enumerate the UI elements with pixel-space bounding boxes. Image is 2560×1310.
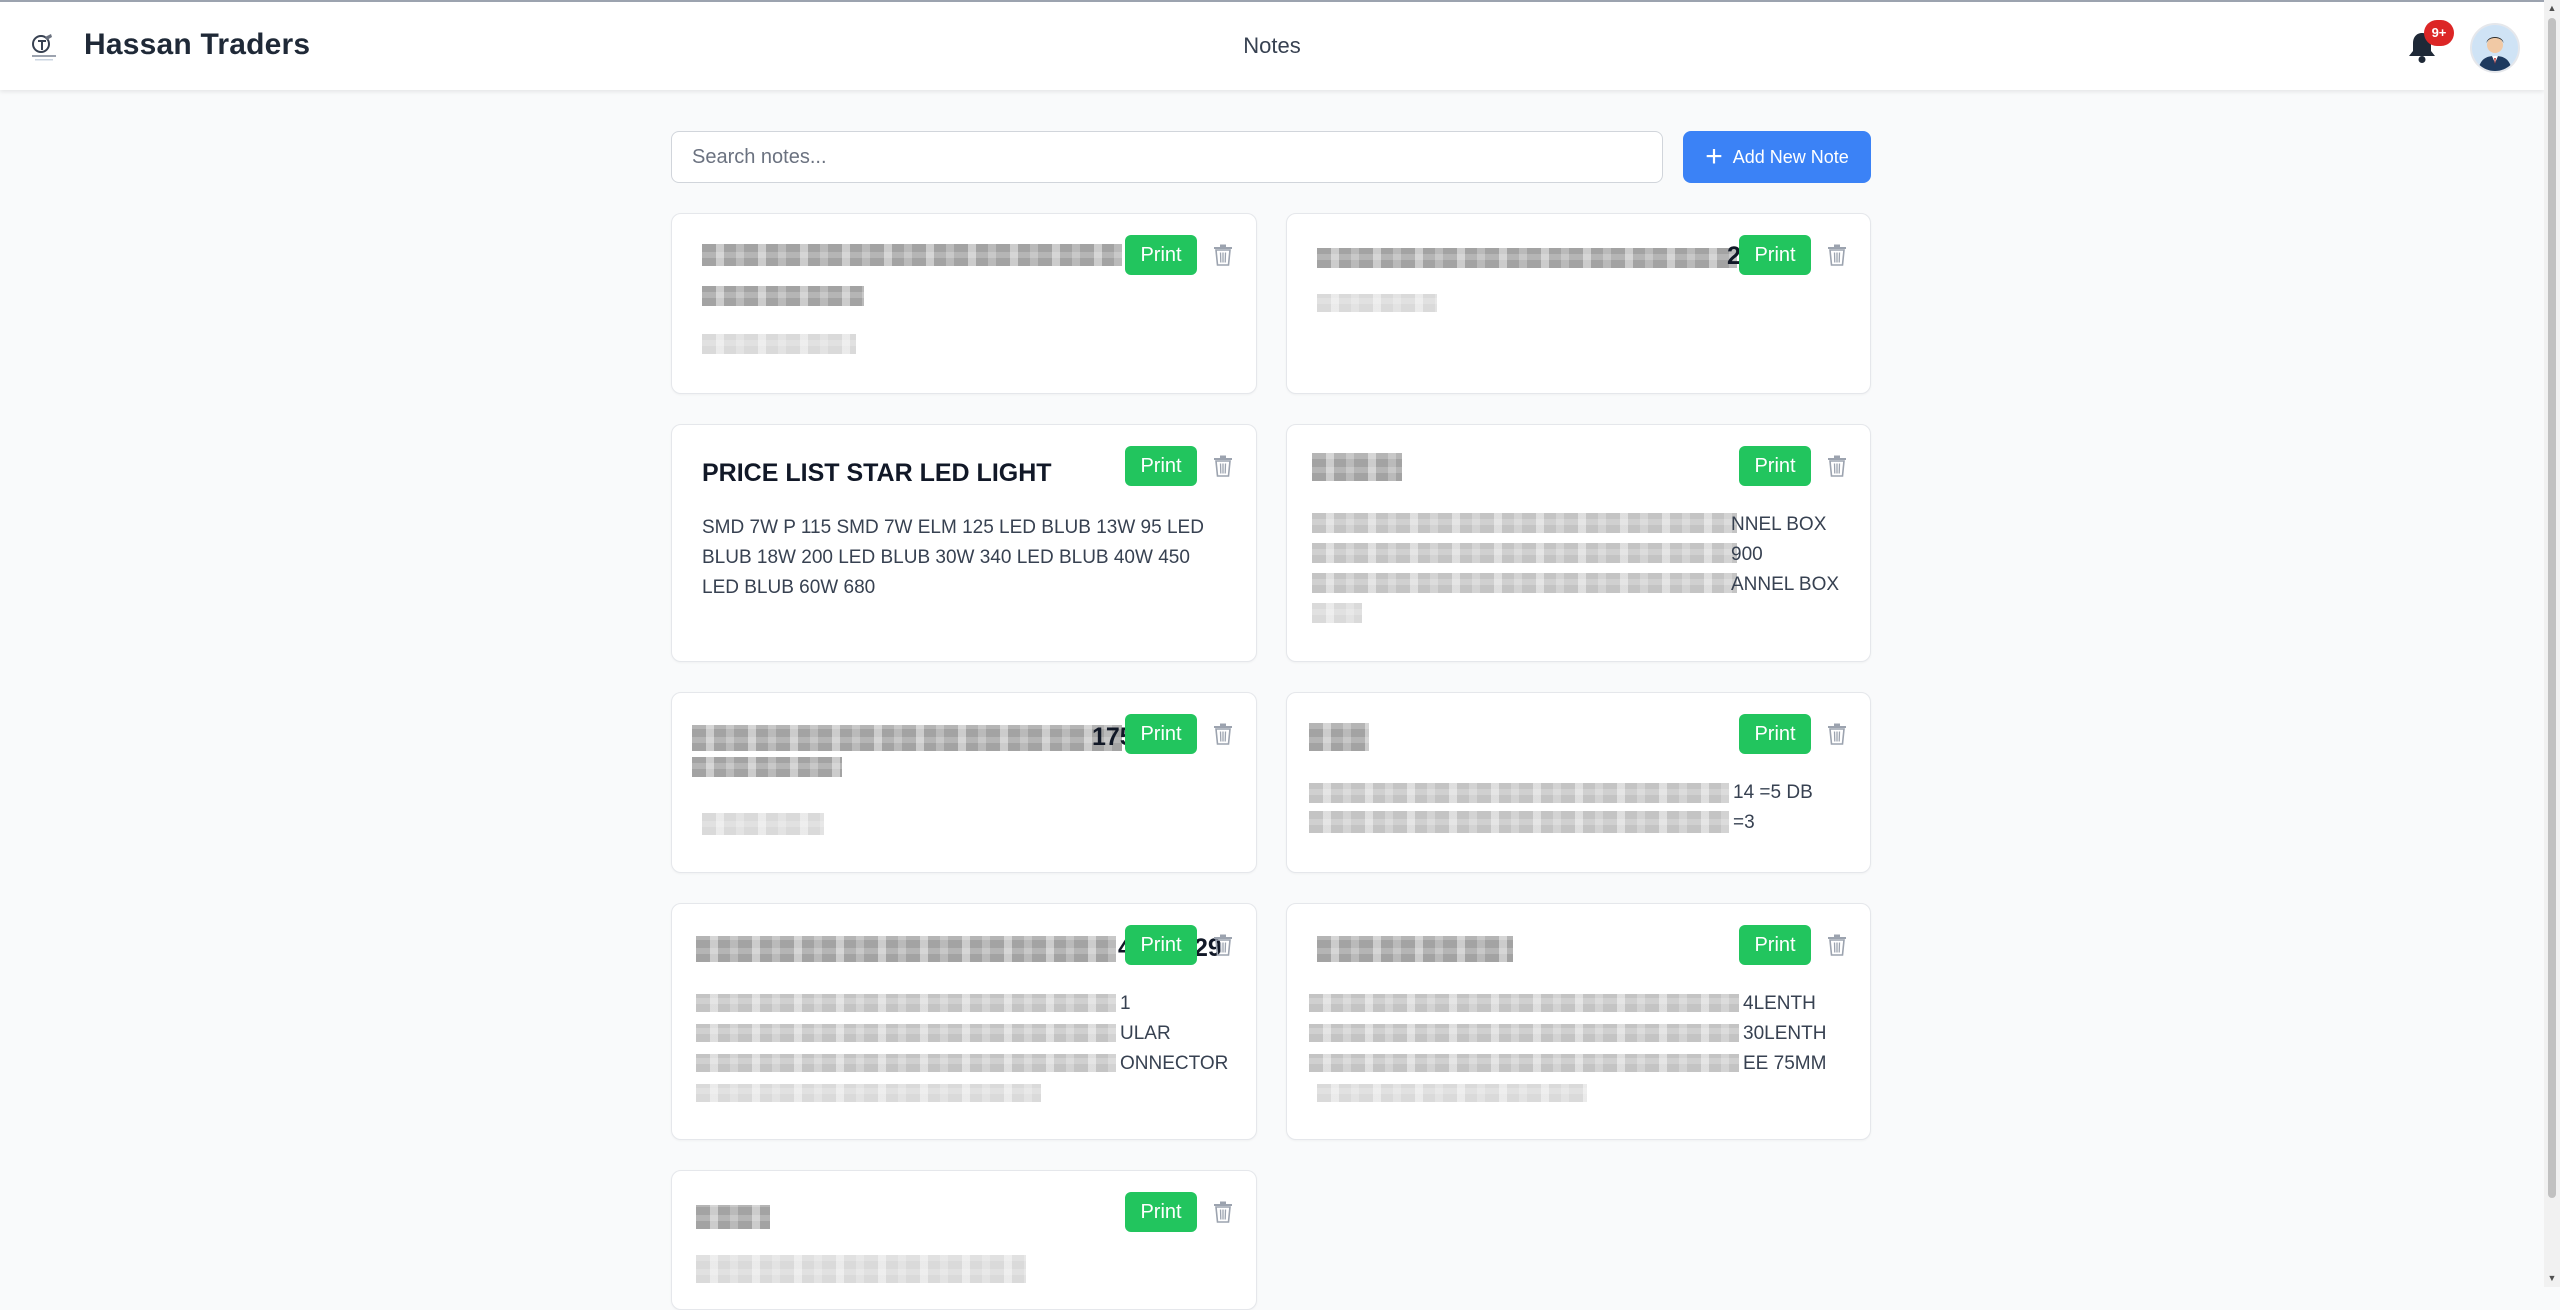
trash-icon[interactable] xyxy=(1212,934,1234,956)
trash-icon[interactable] xyxy=(1212,723,1234,745)
print-button[interactable]: Print xyxy=(1739,714,1811,754)
note-body-redacted xyxy=(1309,783,1729,803)
note-title-redacted xyxy=(1317,936,1513,962)
scroll-down-arrow[interactable]: ▼ xyxy=(2547,1273,2557,1283)
note-title-redacted xyxy=(702,244,1122,266)
scroll-thumb[interactable] xyxy=(2548,18,2556,1198)
note-body-fragment: ANNEL BOX xyxy=(1731,570,1839,600)
note-body-redacted xyxy=(696,1024,1116,1042)
note-body-fragment: 14 =5 DB xyxy=(1733,778,1813,808)
note-body-redacted xyxy=(696,994,1116,1012)
note-card[interactable]: 4 29 1 ULAR ONNECTOR Print xyxy=(671,903,1257,1140)
note-body-redacted xyxy=(1317,294,1437,312)
trash-icon[interactable] xyxy=(1826,455,1848,477)
plus-icon: + xyxy=(1705,142,1723,172)
note-body-redacted xyxy=(696,1054,1116,1072)
note-title-redacted xyxy=(696,1205,770,1229)
note-body-fragment: ONNECTOR xyxy=(1120,1049,1228,1079)
scrollbar[interactable]: ▲ ▼ xyxy=(2544,0,2560,1287)
search-input[interactable] xyxy=(671,131,1663,183)
note-title-redacted xyxy=(1312,453,1402,481)
note-body-fragment: EE 75MM xyxy=(1743,1049,1826,1079)
trash-icon[interactable] xyxy=(1212,455,1234,477)
note-body-redacted xyxy=(1312,603,1362,623)
print-button[interactable]: Print xyxy=(1739,235,1811,275)
note-body-redacted xyxy=(1309,1054,1739,1072)
note-body-redacted xyxy=(702,334,856,354)
user-icon xyxy=(2472,25,2518,71)
add-note-button[interactable]: + Add New Note xyxy=(1683,131,1871,183)
page-title: Notes xyxy=(0,33,2544,59)
note-body-redacted xyxy=(1309,994,1739,1012)
note-body-fragment: 1 xyxy=(1120,989,1131,1019)
note-body-fragment: ULAR xyxy=(1120,1019,1171,1049)
trash-icon[interactable] xyxy=(1212,244,1234,266)
note-body-fragment: =3 xyxy=(1733,808,1755,838)
note-body-fragment: NNEL BOX xyxy=(1731,510,1826,540)
note-title-redacted xyxy=(1309,723,1369,751)
note-body-redacted xyxy=(1312,573,1737,593)
note-body-redacted xyxy=(1309,811,1729,833)
note-title: PRICE LIST STAR LED LIGHT xyxy=(702,457,1182,489)
scroll-up-arrow[interactable]: ▲ xyxy=(2547,3,2557,13)
note-card[interactable]: 2 Print xyxy=(1286,213,1871,394)
note-body-redacted xyxy=(696,1255,1026,1283)
note-title-redacted xyxy=(692,725,1122,751)
note-body-redacted xyxy=(702,813,824,835)
note-body-redacted xyxy=(1312,543,1737,563)
note-card[interactable]: 4LENTH 30LENTH EE 75MM Print xyxy=(1286,903,1871,1140)
add-note-label: Add New Note xyxy=(1733,147,1849,168)
note-card[interactable]: Print xyxy=(671,213,1257,394)
note-body-fragment: 4LENTH xyxy=(1743,989,1816,1019)
trash-icon[interactable] xyxy=(1826,934,1848,956)
print-button[interactable]: Print xyxy=(1125,925,1197,965)
trash-icon[interactable] xyxy=(1212,1201,1234,1223)
print-button[interactable]: Print xyxy=(1125,1192,1197,1232)
print-button[interactable]: Print xyxy=(1125,235,1197,275)
note-card[interactable]: NNEL BOX 900 ANNEL BOX Print xyxy=(1286,424,1871,662)
top-bar: Hassan Traders Notes 9+ xyxy=(0,0,2544,90)
avatar[interactable] xyxy=(2470,23,2520,73)
note-title-redacted xyxy=(1317,248,1737,268)
note-body: SMD 7W P 115 SMD 7W ELM 125 LED BLUB 13W… xyxy=(702,513,1222,603)
note-title-redacted xyxy=(702,286,864,306)
note-body-redacted xyxy=(696,1084,1041,1102)
note-body-fragment: 900 xyxy=(1731,540,1763,570)
trash-icon[interactable] xyxy=(1826,244,1848,266)
print-button[interactable]: Print xyxy=(1739,925,1811,965)
note-title-redacted xyxy=(692,757,842,777)
print-button[interactable]: Print xyxy=(1125,446,1197,486)
note-card[interactable]: PRICE LIST STAR LED LIGHT SMD 7W P 115 S… xyxy=(671,424,1257,662)
note-card[interactable]: 14 =5 DB =3 Print xyxy=(1286,692,1871,873)
note-body-redacted xyxy=(1309,1024,1739,1042)
note-body-redacted xyxy=(1317,1084,1587,1102)
trash-icon[interactable] xyxy=(1826,723,1848,745)
note-card[interactable]: 175 Print xyxy=(671,692,1257,873)
note-card[interactable]: Print xyxy=(671,1170,1257,1310)
notification-badge: 9+ xyxy=(2424,20,2454,46)
note-body-redacted xyxy=(1312,513,1737,533)
print-button[interactable]: Print xyxy=(1739,446,1811,486)
print-button[interactable]: Print xyxy=(1125,714,1197,754)
note-title-redacted xyxy=(696,936,1116,962)
note-body-fragment: 30LENTH xyxy=(1743,1019,1826,1049)
